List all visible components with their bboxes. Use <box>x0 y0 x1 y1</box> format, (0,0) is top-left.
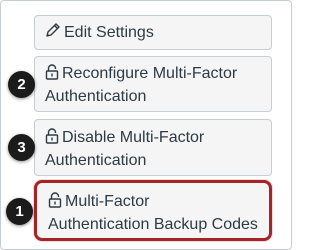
reconfigure-label-line1: Reconfigure Multi-Factor <box>62 65 238 82</box>
callout-badge-disable: 3 <box>8 134 35 161</box>
disable-mfa-button[interactable]: Disable Multi-Factor Authentication <box>34 119 272 176</box>
mfa-backup-codes-button[interactable]: Multi-Factor Authentication Backup Codes <box>34 180 272 241</box>
callout-badge-backup: 1 <box>6 198 33 225</box>
backup-label-line2: Authentication Backup Codes <box>48 216 258 233</box>
lock-icon <box>45 128 59 150</box>
reconfigure-label-line2: Authentication <box>45 88 147 105</box>
reconfigure-mfa-button[interactable]: Reconfigure Multi-Factor Authentication <box>34 56 272 112</box>
backup-label-line1: Multi-Factor <box>65 193 150 210</box>
pencil-icon <box>45 22 61 44</box>
disable-label-line2: Authentication <box>45 152 147 169</box>
edit-settings-label: Edit Settings <box>64 24 154 41</box>
lock-icon <box>48 192 62 214</box>
disable-label-line1: Disable Multi-Factor <box>62 129 205 146</box>
edit-settings-button[interactable]: Edit Settings <box>34 15 272 50</box>
lock-icon <box>45 64 59 86</box>
callout-badge-reconfigure: 2 <box>8 71 35 98</box>
